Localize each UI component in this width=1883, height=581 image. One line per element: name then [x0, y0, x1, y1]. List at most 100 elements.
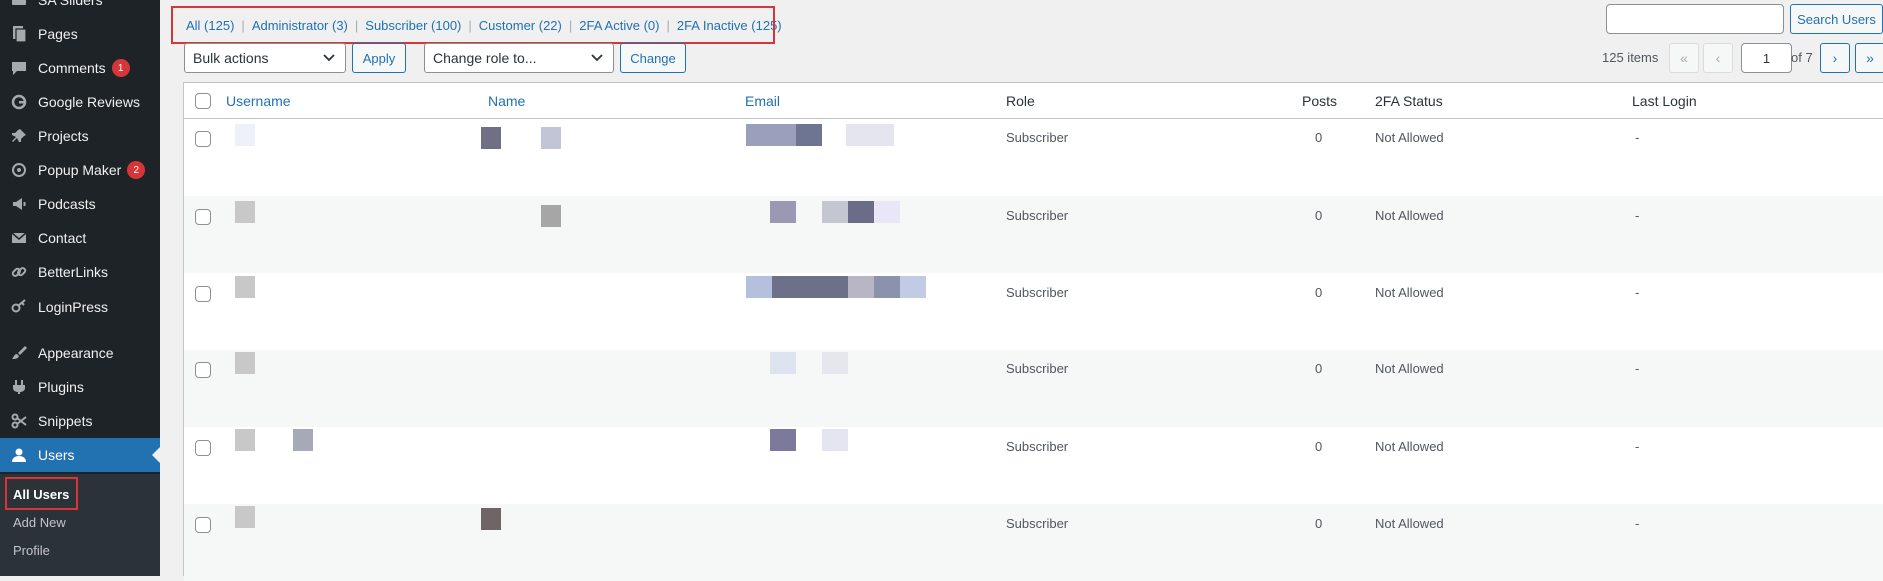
column-username[interactable]: Username	[226, 93, 291, 109]
megaphone-icon	[9, 194, 29, 214]
cell-posts: 0	[1315, 208, 1323, 223]
sidebar-item-label: SA Sliders	[38, 0, 103, 8]
cell-last-login: -	[1635, 439, 1640, 454]
row-checkbox[interactable]	[195, 362, 211, 378]
sidebar-item-sa-sliders[interactable]: SA Sliders	[0, 0, 160, 17]
select-all-checkbox[interactable]	[195, 93, 211, 109]
sidebar-item-projects[interactable]: Projects	[0, 119, 160, 153]
sidebar-item-plugins[interactable]: Plugins	[0, 370, 160, 404]
comments-count-badge: 1	[111, 59, 130, 77]
sidebar-item-label: LoginPress	[38, 299, 109, 315]
scissors-icon	[9, 411, 29, 431]
sidebar-item-popup-maker[interactable]: Popup Maker 2	[0, 153, 160, 187]
table-row: Subscriber 0 Not Allowed -	[184, 196, 1883, 273]
sidebar-item-betterlinks[interactable]: BetterLinks	[0, 255, 160, 289]
search-input[interactable]	[1606, 4, 1784, 34]
cell-2fa-status: Not Allowed	[1375, 439, 1444, 454]
change-role-button[interactable]: Change	[620, 43, 686, 73]
prev-page-button[interactable]: ‹	[1703, 43, 1733, 73]
total-pages: of 7	[1791, 50, 1813, 65]
column-email[interactable]: Email	[745, 93, 780, 109]
cell-last-login: -	[1635, 516, 1640, 531]
row-checkbox[interactable]	[195, 131, 211, 147]
redacted-name	[481, 127, 501, 149]
search-users-button[interactable]: Search Users	[1790, 4, 1883, 34]
key-icon	[9, 297, 29, 317]
users-table: Username Name Email Role Posts 2FA Statu…	[183, 82, 1883, 581]
row-checkbox[interactable]	[195, 286, 211, 302]
cell-2fa-status: Not Allowed	[1375, 130, 1444, 145]
redacted-name	[541, 127, 561, 149]
apply-button[interactable]: Apply	[352, 43, 406, 73]
row-checkbox[interactable]	[195, 517, 211, 533]
redacted-email	[822, 429, 848, 451]
sidebar-item-label: Podcasts	[38, 196, 96, 212]
current-page-input[interactable]: 1	[1741, 43, 1792, 73]
redacted-email	[874, 201, 900, 223]
redacted-email	[772, 276, 848, 298]
submenu-add-new[interactable]: Add New	[13, 515, 66, 530]
bulk-actions-select[interactable]: Bulk actions	[184, 43, 346, 73]
cell-posts: 0	[1315, 130, 1323, 145]
table-row: Subscriber 0 Not Allowed -	[184, 427, 1883, 504]
sidebar-item-label: Plugins	[38, 379, 84, 395]
next-page-button[interactable]: ›	[1820, 43, 1850, 73]
sidebar-item-snippets[interactable]: Snippets	[0, 404, 160, 438]
cell-posts: 0	[1315, 439, 1323, 454]
redacted-email	[900, 276, 926, 298]
column-posts: Posts	[1302, 93, 1338, 109]
cell-last-login: -	[1635, 130, 1640, 145]
cell-role: Subscriber	[1006, 130, 1069, 145]
last-page-button[interactable]: »	[1855, 43, 1883, 73]
sidebar-item-label: Snippets	[38, 413, 93, 429]
row-checkbox[interactable]	[195, 440, 211, 456]
sidebar-item-label: Comments	[38, 60, 106, 76]
sidebar-item-contact[interactable]: Contact	[0, 221, 160, 255]
sidebar-item-users[interactable]: Users	[0, 438, 160, 472]
popup-icon	[9, 160, 29, 180]
redacted-email	[822, 201, 848, 223]
redacted-name	[541, 205, 561, 227]
cell-posts: 0	[1315, 285, 1323, 300]
sidebar-item-google-reviews[interactable]: Google Reviews	[0, 85, 160, 119]
cell-last-login: -	[1635, 361, 1640, 376]
redacted-name	[481, 508, 501, 530]
cell-role: Subscriber	[1006, 439, 1069, 454]
submenu-profile[interactable]: Profile	[13, 543, 50, 558]
row-checkbox[interactable]	[195, 209, 211, 225]
admin-sidebar: SA Sliders Pages Comments 1 Google Revie…	[0, 0, 160, 576]
slides-icon	[9, 0, 29, 10]
cell-last-login: -	[1635, 208, 1640, 223]
change-role-select[interactable]: Change role to...	[424, 43, 614, 73]
first-page-button[interactable]: «	[1669, 43, 1699, 73]
link-icon	[9, 262, 29, 282]
sidebar-item-pages[interactable]: Pages	[0, 17, 160, 51]
sidebar-item-podcasts[interactable]: Podcasts	[0, 187, 160, 221]
redacted-username	[235, 352, 255, 374]
sidebar-item-label: Pages	[38, 26, 78, 42]
plug-icon	[9, 377, 29, 397]
redacted-email	[770, 352, 796, 374]
cell-2fa-status: Not Allowed	[1375, 361, 1444, 376]
table-header: Username Name Email Role Posts 2FA Statu…	[184, 83, 1883, 119]
column-name[interactable]: Name	[488, 93, 525, 109]
sidebar-item-appearance[interactable]: Appearance	[0, 336, 160, 370]
redacted-username	[235, 276, 255, 298]
sidebar-item-label: Users	[38, 447, 75, 463]
redacted-email	[848, 201, 874, 223]
table-row: Subscriber 0 Not Allowed -	[184, 119, 1883, 196]
sidebar-item-comments[interactable]: Comments 1	[0, 51, 160, 85]
redacted-email	[770, 429, 796, 451]
sidebar-item-loginpress[interactable]: LoginPress	[0, 290, 160, 324]
column-last-login: Last Login	[1632, 93, 1697, 109]
sidebar-item-label: Projects	[38, 128, 89, 144]
redacted-email	[746, 276, 772, 298]
items-count: 125 items	[1602, 50, 1659, 65]
pin-icon	[9, 126, 29, 146]
popup-maker-count-badge: 2	[127, 161, 146, 179]
table-row: Subscriber 0 Not Allowed -	[184, 350, 1883, 427]
cell-last-login: -	[1635, 285, 1640, 300]
redacted-email	[848, 276, 874, 298]
cell-posts: 0	[1315, 361, 1323, 376]
redacted-email	[874, 276, 900, 298]
